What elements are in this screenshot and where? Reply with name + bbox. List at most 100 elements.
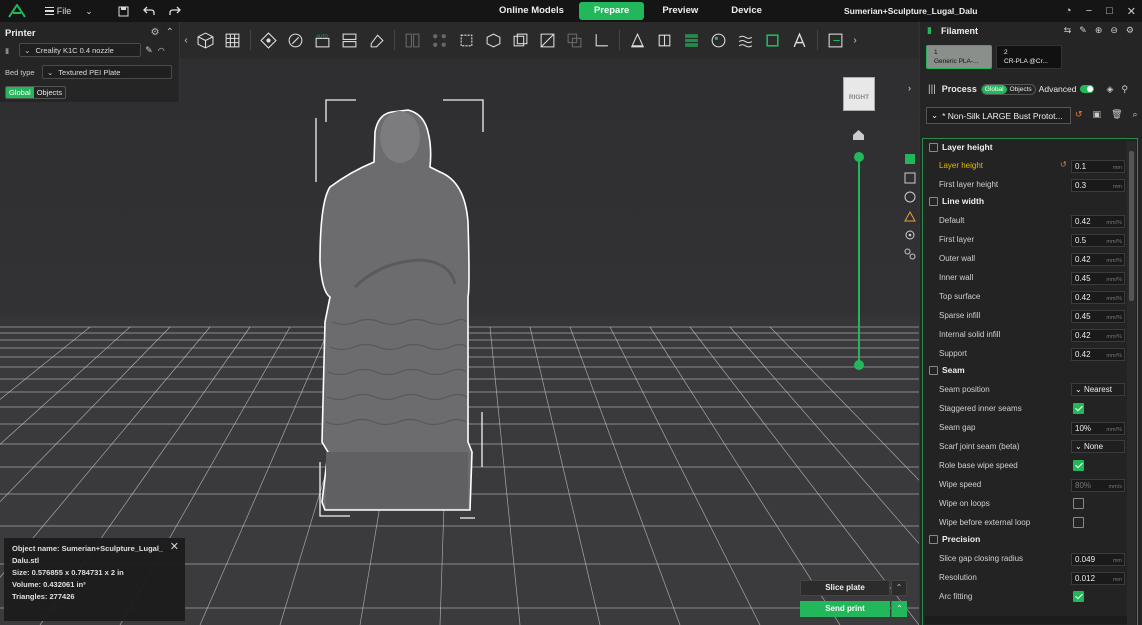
slice-options-chevron-icon[interactable]: ⌃ xyxy=(891,580,907,596)
file-menu-button[interactable]: File xyxy=(38,0,78,22)
brush-icon[interactable]: ✎ xyxy=(1079,25,1087,36)
printer-select[interactable]: ⌄ Creality K1C 0.4 nozzle xyxy=(19,43,142,57)
arrange-icon[interactable] xyxy=(340,30,360,50)
filament-sync-icon[interactable]: ⇆ xyxy=(1064,25,1072,36)
save-preset-icon[interactable]: ▣ xyxy=(1093,109,1102,120)
search-icon[interactable]: ⌕ xyxy=(1133,109,1138,120)
redo-icon[interactable] xyxy=(164,0,186,22)
split-parts-icon[interactable] xyxy=(430,30,450,50)
text-tool-icon[interactable] xyxy=(790,30,810,50)
seam-position-select[interactable]: ⌄ Nearest xyxy=(1071,383,1125,396)
add-object-icon[interactable] xyxy=(196,30,216,50)
scope-global-button[interactable]: Global xyxy=(6,87,34,98)
pin-icon[interactable]: ⚲ xyxy=(1121,84,1128,95)
filament-slot-1[interactable]: 1 Generic PLA-... xyxy=(926,45,992,69)
wifi-icon[interactable]: ◠ xyxy=(158,46,165,55)
collapse-up-icon[interactable]: ⌃ xyxy=(166,27,174,38)
role-wipe-checkbox[interactable] xyxy=(1073,460,1084,471)
orient-icon[interactable] xyxy=(286,30,306,50)
reset-icon[interactable]: ↺ xyxy=(1075,109,1083,120)
minimize-button[interactable]: − xyxy=(1086,5,1092,17)
edit-printer-icon[interactable]: ✎ xyxy=(145,45,153,56)
collapse-left-icon[interactable]: ‹ xyxy=(180,35,192,46)
layers-icon[interactable] xyxy=(903,152,917,166)
seam-gap-input[interactable]: 10% mm/% xyxy=(1071,422,1125,435)
lw-default-input[interactable]: 0.42 mm/% xyxy=(1071,215,1125,228)
scale-icon[interactable] xyxy=(511,30,531,50)
assembly-view-icon[interactable] xyxy=(826,30,846,50)
process-objects-button[interactable]: Objects xyxy=(1007,85,1035,94)
close-button[interactable]: ✕ xyxy=(1127,5,1136,18)
support-icon[interactable] xyxy=(903,209,917,223)
lay-on-face-icon[interactable] xyxy=(538,30,558,50)
staggered-seams-checkbox[interactable] xyxy=(1073,403,1084,414)
fuzzy-skin-icon[interactable] xyxy=(682,30,702,50)
bed-type-select[interactable]: ⌄ Textured PEI Plate xyxy=(42,65,172,79)
chevron-down-icon[interactable]: ⌄ xyxy=(82,0,96,22)
send-print-button[interactable]: Send print xyxy=(800,601,890,617)
process-preset-select[interactable]: ⌄ * Non-Silk LARGE Bust Protot... xyxy=(926,107,1071,124)
auto-arrange-icon[interactable]: AUTO xyxy=(313,30,333,50)
color-paint-icon[interactable] xyxy=(709,30,729,50)
3d-viewport[interactable] xyxy=(0,22,919,625)
filament-slot-2[interactable]: 2 CR-PLA @Cr... xyxy=(996,45,1062,69)
pattern-icon[interactable] xyxy=(903,247,917,261)
collapse-sidebar-icon[interactable]: › xyxy=(908,83,918,97)
arc-fitting-checkbox[interactable] xyxy=(1073,591,1084,602)
target-icon[interactable] xyxy=(903,228,917,242)
lw-support-input[interactable]: 0.42 mm/% xyxy=(1071,348,1125,361)
lw-first-layer-input[interactable]: 0.5 mm/% xyxy=(1071,234,1125,247)
auto-orient-icon[interactable] xyxy=(259,30,279,50)
compare-icon[interactable]: ◈ xyxy=(1106,84,1113,95)
resolution-input[interactable]: 0.012 mm xyxy=(1071,572,1125,585)
tab-online-models[interactable]: Online Models xyxy=(484,2,579,20)
grid-icon[interactable] xyxy=(903,171,917,185)
split-objects-icon[interactable] xyxy=(403,30,423,50)
wipe-speed-input[interactable]: 80% mm/s xyxy=(1071,479,1125,492)
maximize-button[interactable]: □ xyxy=(1106,5,1113,17)
boolean-icon[interactable] xyxy=(763,30,783,50)
undo-icon[interactable] xyxy=(138,0,160,22)
layer-slider[interactable] xyxy=(0,22,919,625)
close-icon[interactable]: ✕ xyxy=(170,541,179,553)
rotate-icon[interactable] xyxy=(484,30,504,50)
measure-icon[interactable] xyxy=(592,30,612,50)
lw-top-surface-input[interactable]: 0.42 mm/% xyxy=(1071,291,1125,304)
settings-scrollbar[interactable] xyxy=(1127,141,1136,625)
scope-objects-button[interactable]: Objects xyxy=(34,87,65,98)
lw-sparse-infill-input[interactable]: 0.45 mm/% xyxy=(1071,310,1125,323)
reset-value-icon[interactable]: ↺ xyxy=(1060,160,1067,169)
first-layer-height-input[interactable]: 0.3 mm xyxy=(1071,179,1125,192)
slice-gap-input[interactable]: 0.049 mm xyxy=(1071,553,1125,566)
headset-icon[interactable]: ◔ xyxy=(1065,5,1072,17)
cut-icon[interactable] xyxy=(565,30,585,50)
tab-device[interactable]: Device xyxy=(716,2,777,20)
slice-plate-button[interactable]: Slice plate xyxy=(800,580,890,596)
add-filament-icon[interactable]: ⊕ xyxy=(1095,25,1103,36)
collapse-right-icon[interactable]: › xyxy=(849,35,861,46)
speed-icon[interactable] xyxy=(903,190,917,204)
wipe-before-checkbox[interactable] xyxy=(1073,517,1084,528)
lw-inner-wall-input[interactable]: 0.45 mm/% xyxy=(1071,272,1125,285)
lw-outer-wall-input[interactable]: 0.42 mm/% xyxy=(1071,253,1125,266)
move-icon[interactable] xyxy=(457,30,477,50)
layer-height-input[interactable]: 0.1 mm xyxy=(1071,160,1125,173)
settings-hscrollbar[interactable] xyxy=(925,616,1127,624)
support-paint-icon[interactable] xyxy=(628,30,648,50)
scarf-seam-select[interactable]: ⌄ None xyxy=(1071,440,1125,453)
lw-internal-solid-input[interactable]: 0.42 mm/% xyxy=(1071,329,1125,342)
seam-paint-icon[interactable] xyxy=(655,30,675,50)
home-icon[interactable] xyxy=(852,129,865,141)
printer-settings-icon[interactable]: ⚙ xyxy=(151,27,160,38)
save-icon[interactable] xyxy=(108,0,138,22)
filament-settings-icon[interactable]: ⚙ xyxy=(1126,25,1134,36)
erase-icon[interactable] xyxy=(367,30,387,50)
view-cube[interactable]: RIGHT xyxy=(843,77,875,111)
tab-prepare[interactable]: Prepare xyxy=(578,2,645,20)
tab-preview[interactable]: Preview xyxy=(647,2,713,20)
height-range-icon[interactable] xyxy=(736,30,756,50)
scrollbar-thumb[interactable] xyxy=(1129,151,1134,301)
advanced-toggle[interactable] xyxy=(1080,85,1095,93)
delete-preset-icon[interactable]: 🗑 xyxy=(1111,109,1122,120)
send-options-chevron-icon[interactable]: ⌃ xyxy=(891,601,907,617)
